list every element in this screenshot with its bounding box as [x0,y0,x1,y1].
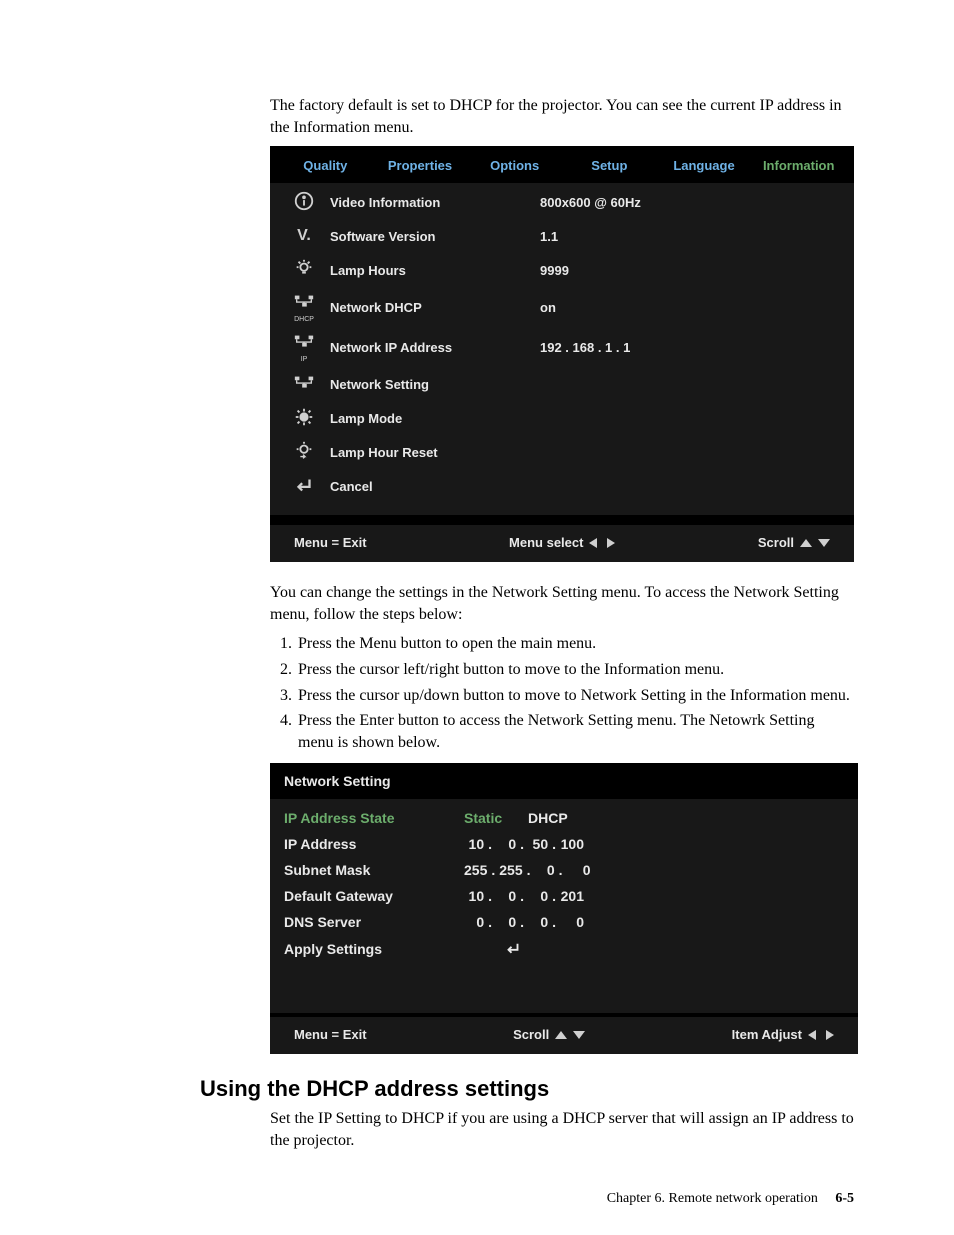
osd-body: Video Information 800x600 @ 60Hz V. Soft… [270,183,854,515]
label: DNS Server [284,914,464,930]
row-network-dhcp: DHCP Network DHCP on [278,287,846,327]
osd-body: IP Address State Static DHCP IP Address … [270,799,858,1013]
enter-icon [464,940,522,958]
row-network-ip: IP Network IP Address 192 . 168 . 1 . 1 [278,327,846,367]
footer-menu-exit: Menu = Exit [294,535,367,550]
content-body: The factory default is set to DHCP for t… [0,0,954,1152]
osd-tab-language[interactable]: Language [657,154,752,183]
label: Lamp Mode [330,411,540,426]
paragraph-intro: The factory default is set to DHCP for t… [270,95,854,138]
lamp-mode-icon [278,406,330,431]
row-network-setting[interactable]: Network Setting [278,367,846,401]
value: 25525500 [464,862,595,878]
value: 0000 [464,914,588,930]
label: Software Version [330,229,540,244]
footer-menu-exit: Menu = Exit [294,1027,367,1042]
section-heading-dhcp: Using the DHCP address settings [200,1076,854,1102]
list-item: 2.Press the cursor left/right button to … [270,659,854,681]
list-item: 4.Press the Enter button to access the N… [270,710,854,753]
value: 192 . 168 . 1 . 1 [540,340,846,355]
osd-title: Network Setting [270,763,858,799]
footer-chapter: Chapter 6. Remote network operation [607,1191,818,1206]
footer-item-adjust: Item Adjust [732,1027,834,1042]
return-icon [278,474,330,499]
value: 9999 [540,263,846,278]
label: Network Setting [330,377,540,392]
osd-tab-quality[interactable]: Quality [278,154,373,183]
osd-information-menu: Quality Properties Options Setup Languag… [270,146,854,562]
label: Lamp Hour Reset [330,445,540,460]
osd-network-setting: Network Setting IP Address State Static … [270,763,858,1054]
network-icon [278,372,330,397]
label: IP Address [284,836,464,852]
page-footer: Chapter 6. Remote network operation 6-5 [607,1191,854,1207]
label: Lamp Hours [330,263,540,278]
label: Network DHCP [330,300,540,315]
lamp-reset-icon [278,440,330,465]
footer-scroll: Scroll [513,1027,585,1042]
label: Default Gateway [284,888,464,904]
footer-menu-select: Menu select [509,535,615,550]
osd-tabs: Quality Properties Options Setup Languag… [270,146,854,183]
network-ip-icon: IP [278,331,330,363]
label: Cancel [330,479,540,494]
value: 1.1 [540,229,846,244]
row-ip-address[interactable]: IP Address 10050100 [284,831,844,857]
lamp-icon [278,258,330,283]
label: Subnet Mask [284,862,464,878]
row-lamp-hour-reset[interactable]: Lamp Hour Reset [278,435,846,469]
footer-scroll: Scroll [758,535,830,550]
row-default-gateway[interactable]: Default Gateway 1000201 [284,883,844,909]
value: 10050100 [464,836,588,852]
row-software-version: V. Software Version 1.1 [278,219,846,253]
label: Video Information [330,195,540,210]
value: on [540,300,846,315]
osd-tab-properties[interactable]: Properties [373,154,468,183]
paragraph-network-setting-intro: You can change the settings in the Netwo… [270,582,854,625]
osd-tab-setup[interactable]: Setup [562,154,657,183]
label: Network IP Address [330,340,540,355]
row-subnet-mask[interactable]: Subnet Mask 25525500 [284,857,844,883]
value: 800x600 @ 60Hz [540,195,846,210]
list-item: 1.Press the Menu button to open the main… [270,633,854,655]
osd-tab-information[interactable]: Information [751,154,846,183]
version-icon: V. [278,227,330,245]
osd-tab-options[interactable]: Options [467,154,562,183]
value: Static DHCP [464,810,588,826]
list-item: 3.Press the cursor up/down button to mov… [270,685,854,707]
row-ip-state[interactable]: IP Address State Static DHCP [284,805,844,831]
row-video-info: Video Information 800x600 @ 60Hz [278,185,846,219]
row-lamp-mode[interactable]: Lamp Mode [278,401,846,435]
osd-footer: Menu = Exit Menu select Scroll [270,525,854,562]
osd-footer: Menu = Exit Scroll Item Adjust [270,1013,858,1054]
label: IP Address State [284,810,464,826]
page: The factory default is set to DHCP for t… [0,0,954,1235]
row-cancel[interactable]: Cancel [278,469,846,503]
row-lamp-hours: Lamp Hours 9999 [278,253,846,287]
option-dhcp: DHCP [528,810,588,826]
network-dhcp-icon: DHCP [278,291,330,323]
row-dns-server[interactable]: DNS Server 0000 [284,909,844,935]
paragraph-dhcp: Set the IP Setting to DHCP if you are us… [270,1108,854,1151]
value: 1000201 [464,888,588,904]
info-icon [278,190,330,215]
option-static: Static [464,810,524,826]
row-apply-settings[interactable]: Apply Settings [284,935,844,963]
footer-page-number: 6-5 [821,1191,854,1206]
label: Apply Settings [284,941,464,957]
steps-list: 1.Press the Menu button to open the main… [270,633,854,753]
